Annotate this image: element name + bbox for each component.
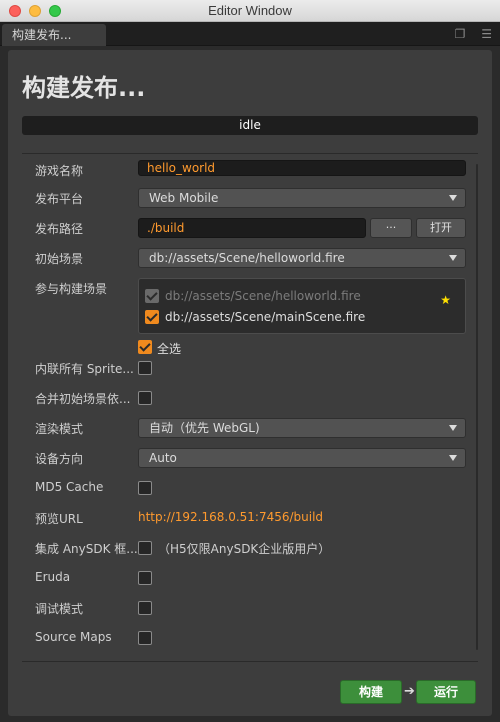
row-debug: 调试模式 bbox=[22, 596, 472, 620]
render-mode-label: 渲染模式 bbox=[35, 422, 84, 436]
eruda-checkbox[interactable] bbox=[138, 571, 152, 585]
source-maps-checkbox[interactable] bbox=[138, 631, 152, 645]
row-build-scenes: 参与构建场景 db://assets/Scene/helloworld.fire… bbox=[22, 278, 472, 358]
row-anysdk: 集成 AnySDK 框... （H5仅限AnySDK企业版用户） bbox=[22, 536, 472, 560]
anysdk-label: 集成 AnySDK 框... bbox=[35, 542, 138, 556]
md5-label: MD5 Cache bbox=[35, 480, 104, 494]
settings-scroll-area[interactable]: 游戏名称 hello_world 发布平台 Web Mobile 发布路径 ./… bbox=[22, 154, 484, 660]
orientation-select[interactable]: Auto bbox=[138, 448, 466, 468]
arrow-right-icon: ➔ bbox=[404, 684, 415, 699]
popout-icon[interactable]: ❐ bbox=[455, 27, 466, 41]
render-mode-select[interactable]: 自动（优先 WebGL) bbox=[138, 418, 466, 438]
platform-label: 发布平台 bbox=[35, 192, 84, 206]
build-scenes-label: 参与构建场景 bbox=[35, 282, 108, 296]
window-title: Editor Window bbox=[208, 3, 292, 18]
row-md5-cache: MD5 Cache bbox=[22, 476, 472, 500]
scene-checkbox[interactable] bbox=[145, 310, 159, 324]
start-scene-select[interactable]: db://assets/Scene/helloworld.fire bbox=[138, 248, 466, 268]
start-scene-label: 初始场景 bbox=[35, 252, 84, 266]
build-path-input[interactable]: ./build bbox=[138, 218, 366, 238]
scene-item: db://assets/Scene/helloworld.fire ★ bbox=[145, 287, 455, 307]
minimize-window-button[interactable] bbox=[29, 5, 41, 17]
preview-url-link[interactable]: http://192.168.0.51:7456/build bbox=[138, 510, 323, 524]
anysdk-checkbox[interactable] bbox=[138, 541, 152, 555]
open-folder-button[interactable]: 打开 bbox=[416, 218, 466, 238]
chevron-down-icon bbox=[449, 455, 457, 461]
md5-checkbox[interactable] bbox=[138, 481, 152, 495]
row-start-scene: 初始场景 db://assets/Scene/helloworld.fire bbox=[22, 246, 472, 270]
star-icon: ★ bbox=[440, 293, 451, 307]
build-panel: 构建发布... idle 游戏名称 hello_world 发布平台 Web M… bbox=[8, 50, 492, 716]
game-name-input[interactable]: hello_world bbox=[138, 160, 466, 176]
anysdk-note: （H5仅限AnySDK企业版用户） bbox=[158, 542, 331, 556]
build-status-bar: idle bbox=[22, 116, 478, 135]
inline-sprite-checkbox[interactable] bbox=[138, 361, 152, 375]
menu-icon[interactable]: ☰ bbox=[481, 27, 492, 41]
tab-tools: ❐ ☰ bbox=[443, 27, 492, 41]
merge-scene-checkbox[interactable] bbox=[138, 391, 152, 405]
chevron-down-icon bbox=[449, 425, 457, 431]
scene-list: db://assets/Scene/helloworld.fire ★ db:/… bbox=[138, 278, 466, 334]
platform-value: Web Mobile bbox=[149, 191, 219, 205]
scene-name: db://assets/Scene/helloworld.fire bbox=[165, 289, 361, 303]
scrollbar[interactable] bbox=[476, 164, 478, 650]
tab-build-publish[interactable]: 构建发布... bbox=[2, 24, 106, 46]
chevron-down-icon bbox=[449, 195, 457, 201]
merge-scene-label: 合并初始场景依... bbox=[35, 392, 131, 406]
window-titlebar: Editor Window bbox=[0, 0, 500, 22]
row-build-path: 发布路径 ./build ··· 打开 bbox=[22, 216, 472, 240]
row-merge-scene: 合并初始场景依... bbox=[22, 386, 472, 410]
build-button[interactable]: 构建 bbox=[340, 680, 402, 704]
row-render-mode: 渲染模式 自动（优先 WebGL) bbox=[22, 416, 472, 440]
scene-name: db://assets/Scene/mainScene.fire bbox=[165, 310, 366, 324]
run-button[interactable]: 运行 bbox=[416, 680, 476, 704]
scene-checkbox bbox=[145, 289, 159, 303]
platform-select[interactable]: Web Mobile bbox=[138, 188, 466, 208]
row-preview-url: 预览URL http://192.168.0.51:7456/build bbox=[22, 506, 472, 530]
divider-bottom bbox=[22, 661, 478, 662]
preview-url-label: 预览URL bbox=[35, 512, 83, 526]
row-orientation: 设备方向 Auto bbox=[22, 446, 472, 470]
build-path-label: 发布路径 bbox=[35, 222, 84, 236]
row-inline-sprite: 内联所有 Sprite... bbox=[22, 356, 472, 380]
game-name-label: 游戏名称 bbox=[35, 164, 84, 178]
page-title: 构建发布... bbox=[22, 74, 146, 102]
eruda-label: Eruda bbox=[35, 570, 71, 584]
row-platform: 发布平台 Web Mobile bbox=[22, 186, 472, 210]
source-maps-label: Source Maps bbox=[35, 630, 112, 644]
render-mode-value: 自动（优先 WebGL) bbox=[149, 421, 260, 435]
scene-item[interactable]: db://assets/Scene/mainScene.fire bbox=[145, 308, 455, 326]
tab-bar: 构建发布... ❐ ☰ bbox=[0, 22, 500, 46]
orientation-value: Auto bbox=[149, 451, 177, 465]
inline-sprite-label: 内联所有 Sprite... bbox=[35, 362, 134, 376]
start-scene-value: db://assets/Scene/helloworld.fire bbox=[149, 251, 345, 265]
row-game-name: 游戏名称 hello_world bbox=[22, 158, 472, 182]
row-source-maps: Source Maps bbox=[22, 626, 472, 650]
row-eruda: Eruda bbox=[22, 566, 472, 590]
close-window-button[interactable] bbox=[9, 5, 21, 17]
debug-label: 调试模式 bbox=[35, 602, 84, 616]
browse-button[interactable]: ··· bbox=[370, 218, 412, 238]
debug-checkbox[interactable] bbox=[138, 601, 152, 615]
orientation-label: 设备方向 bbox=[35, 452, 84, 466]
chevron-down-icon bbox=[449, 255, 457, 261]
maximize-window-button[interactable] bbox=[49, 5, 61, 17]
select-all-label: 全选 bbox=[157, 342, 182, 356]
select-all-checkbox[interactable] bbox=[138, 340, 152, 354]
